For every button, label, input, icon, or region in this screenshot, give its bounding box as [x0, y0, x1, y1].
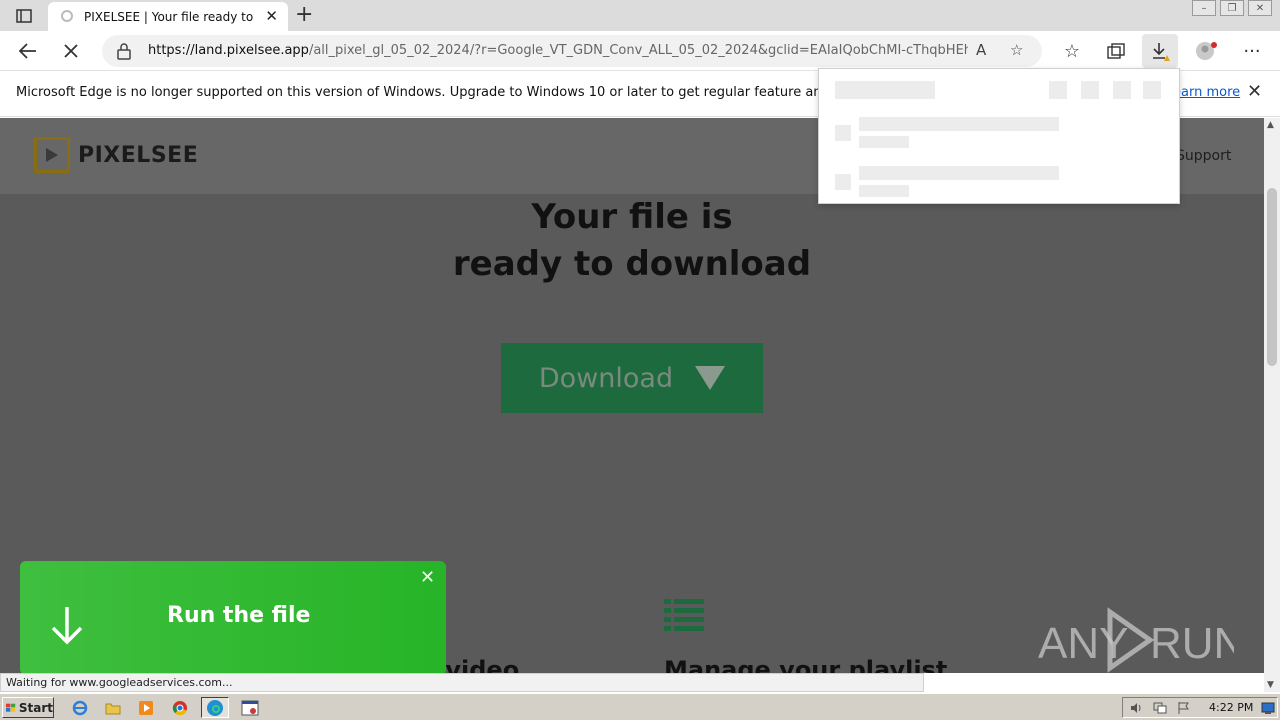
svg-text:RUN: RUN [1150, 619, 1234, 668]
download-item-icon-placeholder [835, 174, 851, 190]
tab-strip: PIXELSEE | Your file ready to download ✕… [0, 0, 1280, 31]
play-logo-icon [34, 137, 70, 173]
download-warning-icon [1153, 43, 1170, 61]
site-logo[interactable]: PIXELSEE [34, 137, 198, 173]
status-text: Waiting for www.googleadservices.com... [6, 676, 233, 689]
page-scrollbar[interactable]: ▲ ▼ [1264, 118, 1280, 692]
url-text[interactable]: https://land.pixelsee.app/all_pixel_gl_0… [148, 43, 968, 58]
collections-button[interactable] [1103, 39, 1129, 63]
back-arrow-icon [19, 43, 36, 59]
internet-explorer-icon [72, 700, 88, 715]
download-item-name-placeholder [859, 117, 1059, 131]
restore-button[interactable]: ❐ [1220, 0, 1244, 16]
minimize-button[interactable]: – [1192, 0, 1216, 16]
media-player-icon [139, 700, 153, 715]
back-button[interactable] [15, 39, 41, 63]
volume-icon[interactable] [1129, 701, 1143, 715]
clock[interactable]: 4:22 PM [1209, 701, 1253, 714]
infobar-close-icon[interactable]: ✕ [1247, 81, 1262, 102]
flyout-action-placeholder [1081, 81, 1099, 99]
hero-line-2: ready to download [452, 244, 812, 284]
add-favorite-icon[interactable]: ☆ [1010, 41, 1023, 59]
new-tab-button[interactable]: + [295, 3, 313, 27]
flyout-action-placeholder [1143, 81, 1161, 99]
browser-toolbar: https://land.pixelsee.app/all_pixel_gl_0… [0, 31, 1280, 71]
tab-actions-icon [16, 9, 32, 23]
show-desktop-icon[interactable] [1261, 701, 1275, 715]
tab-actions-button[interactable] [10, 6, 38, 26]
flyout-title-placeholder [835, 81, 935, 99]
browser-tab[interactable]: PIXELSEE | Your file ready to download ✕ [48, 2, 288, 31]
download-item-status-placeholder [859, 136, 909, 148]
tab-close-icon[interactable]: ✕ [265, 8, 278, 24]
run-file-toast[interactable]: Run the file ✕ [20, 561, 446, 675]
network-icon[interactable] [1153, 701, 1167, 715]
browser-status-bar: Waiting for www.googleadservices.com... [0, 673, 924, 692]
scroll-up-icon[interactable]: ▲ [1267, 120, 1274, 130]
flag-icon[interactable] [1177, 701, 1191, 715]
hero-heading: Your file is ready to download [0, 194, 1264, 288]
run-file-label: Run the file [167, 603, 311, 628]
window-controls: – ❐ ✕ [1192, 0, 1272, 16]
avatar-icon [1196, 42, 1217, 60]
arrow-down-icon [51, 607, 83, 645]
infobar-message: Microsoft Edge is no longer supported on… [16, 85, 821, 100]
download-label: Download [538, 362, 674, 394]
svg-text:ANY: ANY [1038, 619, 1128, 668]
feature-playlist-heading: Manage your playlist [664, 656, 948, 673]
taskbar-media-player[interactable] [134, 697, 158, 718]
system-tray: 4:22 PM [1122, 697, 1278, 718]
favorites-button[interactable]: ☆ [1059, 39, 1085, 63]
taskbar-chrome[interactable] [168, 697, 192, 718]
address-bar[interactable]: https://land.pixelsee.app/all_pixel_gl_0… [102, 35, 1042, 67]
anyrun-watermark: ANY RUN [1038, 607, 1234, 673]
app-window-icon [241, 700, 259, 715]
nav-support-link[interactable]: Support [1176, 148, 1231, 164]
scroll-thumb[interactable] [1267, 188, 1277, 366]
download-item-icon-placeholder [835, 125, 851, 141]
taskbar-app[interactable] [236, 697, 264, 718]
download-arrow-icon [695, 366, 726, 390]
flyout-action-placeholder [1049, 81, 1067, 99]
url-host: https://land.pixelsee.app [148, 43, 309, 58]
tab-title: PIXELSEE | Your file ready to download [84, 9, 256, 24]
taskbar-explorer[interactable] [101, 697, 125, 718]
start-label: Start [18, 700, 53, 715]
download-item-name-placeholder [859, 166, 1059, 180]
downloads-button[interactable] [1142, 34, 1178, 68]
more-icon: ··· [1243, 40, 1261, 62]
chrome-icon [172, 700, 187, 715]
flyout-action-placeholder [1113, 81, 1131, 99]
read-aloud-icon[interactable]: A [976, 41, 986, 59]
page-loading-icon [61, 10, 73, 22]
toast-close-icon[interactable]: ✕ [420, 567, 435, 588]
settings-menu-button[interactable]: ··· [1239, 39, 1265, 63]
taskbar-ie[interactable] [68, 697, 92, 718]
start-button[interactable]: Start [2, 697, 54, 718]
taskbar-edge[interactable] [201, 697, 229, 718]
stop-icon [64, 44, 78, 58]
collections-icon [1107, 43, 1125, 59]
lock-icon[interactable] [116, 42, 132, 60]
folder-icon [105, 703, 121, 714]
windows-taskbar: Start 4:22 PM [0, 693, 1280, 720]
edge-icon [207, 699, 223, 716]
playlist-icon [664, 599, 704, 631]
scroll-down-icon[interactable]: ▼ [1267, 680, 1274, 690]
download-button[interactable]: Download [501, 343, 763, 413]
favorites-icon: ☆ [1063, 40, 1081, 62]
logo-text: PIXELSEE [78, 142, 199, 168]
windows-logo-icon [6, 703, 16, 712]
download-item-status-placeholder [859, 185, 909, 197]
downloads-flyout [818, 68, 1180, 204]
stop-loading-button[interactable] [58, 39, 84, 63]
close-window-button[interactable]: ✕ [1248, 0, 1272, 16]
url-path: /all_pixel_gl_05_02_2024/?r=Google_VT_GD… [308, 43, 968, 58]
profile-button[interactable] [1193, 39, 1219, 63]
